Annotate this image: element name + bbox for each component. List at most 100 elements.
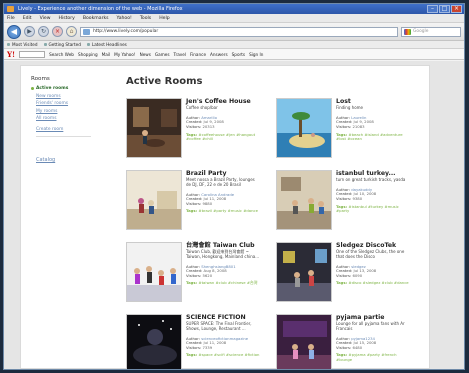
room-card[interactable]: SCIENCE FICTION SUPER SPACE: The Final F… <box>126 314 261 369</box>
page-viewport: Rooms Active rooms New rooms Friends' ro… <box>4 61 464 369</box>
room-visitors: 9880 <box>202 200 213 206</box>
bookmark-latest-headlines[interactable]: Latest Headlines <box>86 41 127 48</box>
search-placeholder: Google <box>413 28 429 34</box>
room-name[interactable]: Jen's Coffee House <box>186 98 261 105</box>
create-room-link[interactable]: Create room <box>31 127 101 132</box>
sidebar-item-all-rooms[interactable]: All rooms <box>31 116 101 121</box>
address-bar[interactable]: http://www.lively.com/popular <box>80 26 398 37</box>
menu-tools[interactable]: Tools <box>140 14 151 22</box>
catalog-link[interactable]: Catalog <box>31 157 101 163</box>
room-thumbnail[interactable] <box>126 314 182 369</box>
page-body: Rooms Active rooms New rooms Friends' ro… <box>20 65 430 369</box>
yahoo-item[interactable]: Games <box>155 49 170 60</box>
yahoo-item[interactable]: Travel <box>174 49 186 60</box>
room-card[interactable]: Brazil Party Meet nossa a Brazil Party, … <box>126 170 261 232</box>
sidebar-item-new-rooms[interactable]: New rooms <box>31 94 101 99</box>
menu-bookmarks[interactable]: Bookmarks <box>83 14 109 22</box>
room-name[interactable]: Lost <box>336 98 411 105</box>
room-name[interactable]: pyjama partie <box>336 314 411 321</box>
room-thumbnail[interactable] <box>126 170 182 230</box>
room-card[interactable]: istanbul turkey... turn on great turkish… <box>276 170 411 232</box>
browser-window: Lively - Experience another dimension of… <box>3 3 465 370</box>
room-name[interactable]: istanbul turkey... <box>336 170 411 177</box>
tags-label: Tags: <box>336 280 348 286</box>
sidebar-item-active-rooms[interactable]: Active rooms <box>31 86 101 91</box>
room-card[interactable]: Lost Finding home Author: Laurelin Creat… <box>276 98 411 160</box>
room-thumbnail[interactable] <box>276 314 332 369</box>
search-input[interactable]: Google <box>401 26 461 37</box>
home-button[interactable]: ⌂ <box>66 26 77 37</box>
room-tags-text[interactable]: #coffeehouse #jen #hangout #coffee #chil… <box>186 132 255 142</box>
room-card[interactable]: 台灣會館 Taiwan Club Taiwan Club, 歡迎來到台灣會館 ~… <box>126 242 261 304</box>
menu-view[interactable]: View <box>40 14 51 22</box>
room-description: Lounge for all pyjama fans with Ar Franc… <box>336 321 405 331</box>
tags-label: Tags: <box>186 352 198 358</box>
room-description: Coffee shop/bar <box>186 105 218 110</box>
menu-file[interactable]: File <box>7 14 15 22</box>
room-description: Meet nossa a Brazil Party, lounges de DJ… <box>186 177 255 187</box>
sidebar-item-my-rooms[interactable]: My rooms <box>31 109 101 114</box>
room-tags-text[interactable]: #brazil #party #music #dance <box>198 208 258 214</box>
url-text: http://www.lively.com/popular <box>93 28 159 34</box>
room-meta: Author: scienceofictionmagazine Created:… <box>186 336 261 351</box>
visitors-label: Visitors: <box>186 344 202 350</box>
room-tags: Tags: #disco #sledgez #club #dance <box>336 281 411 286</box>
room-tags: Tags: #pyjama #party #french #lounge <box>336 353 411 362</box>
bookmark-most-visited[interactable]: Most Visited <box>7 41 38 48</box>
page-title: Active Rooms <box>126 76 203 87</box>
room-visitors: 6090 <box>352 272 363 278</box>
maximize-button[interactable]: □ <box>439 5 450 13</box>
yahoo-item[interactable]: Sign In <box>249 49 263 60</box>
yahoo-item[interactable]: Shopping <box>78 49 98 60</box>
room-thumbnail[interactable] <box>126 242 182 302</box>
yahoo-item[interactable]: News <box>140 49 151 60</box>
room-tags-text[interactable]: #space #scifi #science #fiction <box>198 352 259 358</box>
sidebar-item-friends-rooms[interactable]: Friends' rooms <box>31 101 101 106</box>
room-card[interactable]: Sledgez DiscoTek One of the Sledgez Club… <box>276 242 411 304</box>
menu-yahoo[interactable]: Yahoo! <box>117 14 132 22</box>
room-info: pyjama partie Lounge for all pyjama fans… <box>336 314 411 363</box>
room-description: Taiwan Club, 歡迎來到台灣會館 ~ Taiwan, Hongkong… <box>186 249 260 259</box>
sidebar-heading: Rooms <box>31 76 50 82</box>
room-card[interactable]: Jen's Coffee House Coffee shop/bar Autho… <box>126 98 261 160</box>
close-button[interactable]: × <box>451 5 462 13</box>
yahoo-item[interactable]: My Yahoo! <box>114 49 135 60</box>
sidebar-divider <box>36 136 91 137</box>
room-thumbnail[interactable] <box>276 98 332 158</box>
room-thumbnail[interactable] <box>276 242 332 302</box>
stop-button[interactable]: × <box>52 26 63 37</box>
room-name[interactable]: 台灣會館 Taiwan Club <box>186 242 261 249</box>
yahoo-search-button[interactable]: Search Web <box>49 49 74 60</box>
minimize-button[interactable]: – <box>427 5 438 13</box>
title-bar: Lively - Experience another dimension of… <box>4 4 464 14</box>
menu-bar: File Edit View History Bookmarks Yahoo! … <box>4 14 464 23</box>
menu-history[interactable]: History <box>59 14 75 22</box>
room-card[interactable]: pyjama partie Lounge for all pyjama fans… <box>276 314 411 369</box>
room-name[interactable]: Brazil Party <box>186 170 261 177</box>
google-icon <box>404 28 411 35</box>
room-description: turn on great turkish tracks, yasda <box>336 177 406 182</box>
room-info: 台灣會館 Taiwan Club Taiwan Club, 歡迎來到台灣會館 ~… <box>186 242 261 286</box>
reload-button[interactable]: ↻ <box>38 26 49 37</box>
room-info: Lost Finding home Author: Laurelin Creat… <box>336 98 411 142</box>
room-thumbnail[interactable] <box>276 170 332 230</box>
room-visitors: 7339 <box>202 344 213 350</box>
room-tags: Tags: #beach #island #adventure #lost #o… <box>336 132 411 142</box>
room-name[interactable]: SCIENCE FICTION <box>186 314 261 321</box>
yahoo-item[interactable]: Finance <box>190 49 206 60</box>
bookmark-getting-started[interactable]: Getting Started <box>43 41 81 48</box>
yahoo-search-input[interactable] <box>19 50 46 58</box>
room-thumbnail[interactable] <box>126 98 182 158</box>
yahoo-item[interactable]: Sports <box>232 49 245 60</box>
back-button[interactable]: ◀ <box>7 24 21 39</box>
forward-button[interactable]: ▶ <box>24 26 35 37</box>
yahoo-item[interactable]: Mail <box>102 49 111 60</box>
room-name[interactable]: Sledgez DiscoTek <box>336 242 411 249</box>
room-visitors: 5620 <box>202 272 213 278</box>
room-tags-text[interactable]: #taiwan #club #chinese #台灣 <box>198 280 257 286</box>
yahoo-item[interactable]: Answers <box>210 49 228 60</box>
navigation-toolbar: ◀ ▶ ↻ × ⌂ http://www.lively.com/popular … <box>4 23 464 41</box>
menu-edit[interactable]: Edit <box>23 14 32 22</box>
room-tags-text[interactable]: #disco #sledgez #club #dance <box>348 280 408 286</box>
menu-help[interactable]: Help <box>159 14 169 22</box>
